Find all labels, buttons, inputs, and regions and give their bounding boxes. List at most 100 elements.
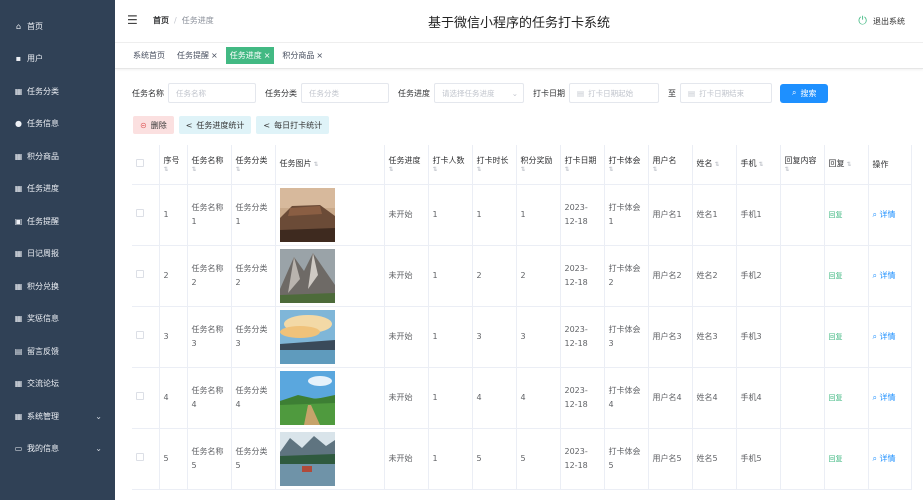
row-checkbox-cell[interactable]: [132, 245, 160, 307]
sort-icon[interactable]: ⇅: [653, 166, 688, 174]
sort-icon[interactable]: ⇅: [477, 166, 512, 174]
detail-button[interactable]: ⌕ 详情: [873, 393, 896, 402]
grid-icon: ▦: [14, 314, 23, 324]
row-checkbox-cell[interactable]: [132, 184, 160, 246]
date-start-input[interactable]: ▤ 打卡日期起始: [569, 83, 659, 103]
detail-button[interactable]: ⌕ 详情: [873, 332, 896, 341]
select-all-checkbox-cell[interactable]: [132, 145, 160, 185]
sidebar-item[interactable]: ▣ 任务提醒: [0, 205, 115, 238]
tab[interactable]: 系统首页: [129, 47, 169, 64]
sidebar-item[interactable]: ▦ 积分兑换: [0, 270, 115, 303]
logout-button[interactable]: ⏻ 退出系统: [858, 14, 905, 28]
column-header[interactable]: 姓名 ⇅: [692, 145, 737, 185]
cell-value: 打卡体会2: [608, 263, 641, 287]
date-end-input[interactable]: ▤ 打卡日期结束: [680, 83, 772, 103]
close-icon[interactable]: ×: [316, 51, 323, 60]
sort-icon[interactable]: ⇅: [759, 161, 764, 168]
cell-username: 用户名4: [648, 367, 693, 429]
sort-icon[interactable]: ⇅: [164, 166, 183, 174]
column-header[interactable]: 操作: [868, 145, 912, 185]
cell-name: 姓名5: [692, 428, 737, 490]
sort-icon[interactable]: ⇅: [785, 166, 820, 174]
daily-stats-button[interactable]: < 每日打卡统计: [256, 116, 330, 134]
row-checkbox[interactable]: [136, 330, 144, 339]
sort-icon[interactable]: ⇅: [521, 166, 556, 174]
sort-icon[interactable]: ⇅: [609, 166, 644, 174]
reply-button[interactable]: 回复: [829, 455, 843, 463]
close-icon[interactable]: ×: [264, 51, 271, 60]
table-row: 2 任务名称2 任务分类2 未开始 1 2 2 2023-12-18 打卡体会2 用户名2 姓名2 手…: [132, 245, 912, 307]
tab[interactable]: 积分商品 ×: [278, 47, 327, 64]
sidebar-item[interactable]: ▤ 留言反馈: [0, 335, 115, 368]
sort-icon[interactable]: ⇅: [314, 161, 319, 168]
column-header[interactable]: 打卡日期 ⇅: [560, 145, 605, 185]
row-checkbox[interactable]: [136, 391, 144, 400]
date-to-label: 至: [668, 88, 676, 98]
sort-icon[interactable]: ⇅: [192, 166, 227, 174]
cell-index: 3: [159, 306, 188, 368]
column-header[interactable]: 回复 ⇅: [824, 145, 869, 185]
sort-icon[interactable]: ⇅: [715, 161, 720, 168]
column-header[interactable]: 打卡人数 ⇅: [428, 145, 473, 185]
column-header[interactable]: 打卡时长 ⇅: [472, 145, 517, 185]
sidebar-item[interactable]: ⌂ 首页: [0, 10, 115, 43]
sidebar-item[interactable]: ▦ 积分商品: [0, 140, 115, 173]
sidebar-item[interactable]: ▦ 任务进度: [0, 173, 115, 206]
column-header[interactable]: 任务进度 ⇅: [384, 145, 429, 185]
row-checkbox[interactable]: [136, 269, 144, 278]
sort-icon[interactable]: ⇅: [236, 166, 271, 174]
task-name-input[interactable]: 任务名称: [168, 83, 256, 103]
sidebar-item-label: 用户: [27, 54, 43, 64]
reply-button[interactable]: 回复: [829, 272, 843, 280]
search-button[interactable]: ⌕ 搜索: [780, 83, 829, 103]
tab[interactable]: 任务进度 ×: [225, 47, 275, 64]
column-header[interactable]: 回复内容 ⇅: [780, 145, 825, 185]
row-checkbox[interactable]: [136, 452, 144, 461]
row-checkbox[interactable]: [136, 208, 144, 217]
reply-button[interactable]: 回复: [829, 211, 843, 219]
progress-select[interactable]: 请选择任务进度 ⌄: [434, 83, 524, 103]
row-checkbox-cell[interactable]: [132, 428, 160, 490]
column-header[interactable]: 手机 ⇅: [736, 145, 781, 185]
reply-button[interactable]: 回复: [829, 394, 843, 402]
reply-button[interactable]: 回复: [829, 333, 843, 341]
delete-button[interactable]: ⊝ 删除: [133, 116, 174, 134]
sidebar-item[interactable]: ▦ 任务分类: [0, 75, 115, 108]
task-category-input[interactable]: 任务分类: [301, 83, 389, 103]
progress-stats-button[interactable]: < 任务进度统计: [178, 116, 252, 134]
sort-icon[interactable]: ⇅: [847, 161, 852, 168]
tab-label: 系统首页: [133, 51, 165, 60]
table-header-row: 序号 ⇅ 任务名称 ⇅ 任务分类 ⇅ 任务图片 ⇅ 任务进度 ⇅ 打卡人数 ⇅ 打卡时长 ⇅ 积分奖励 ⇅ 打卡…: [132, 145, 912, 185]
sidebar-item[interactable]: ▦ 交流论坛: [0, 368, 115, 401]
sidebar-item[interactable]: ▦ 日记周报: [0, 238, 115, 271]
column-header[interactable]: 任务分类 ⇅: [231, 145, 276, 185]
close-icon[interactable]: ×: [211, 51, 218, 60]
detail-button[interactable]: ⌕ 详情: [873, 271, 896, 280]
cell-reply-content: [780, 306, 825, 368]
sidebar-item[interactable]: ▭ 我的信息 ⌄: [0, 433, 115, 466]
sidebar-item[interactable]: ▦ 系统管理 ⌄: [0, 400, 115, 433]
row-checkbox-cell[interactable]: [132, 367, 160, 429]
sidebar-item[interactable]: ● 任务信息: [0, 108, 115, 141]
cell-name: 姓名4: [692, 367, 737, 429]
sort-icon[interactable]: ⇅: [433, 166, 468, 174]
column-header[interactable]: 积分奖励 ⇅: [516, 145, 561, 185]
sort-icon[interactable]: ⇅: [389, 166, 424, 174]
tab[interactable]: 任务提醒 ×: [173, 47, 222, 64]
operation-cell: ⌕ 详情: [868, 245, 912, 307]
column-header[interactable]: 序号 ⇅: [159, 145, 188, 185]
column-header[interactable]: 任务名称 ⇅: [187, 145, 232, 185]
logout-label: 退出系统: [873, 16, 905, 26]
column-header[interactable]: 打卡体会 ⇅: [604, 145, 649, 185]
sidebar-item[interactable]: ▪ 用户: [0, 43, 115, 76]
sidebar-item[interactable]: ▦ 奖惩信息: [0, 303, 115, 336]
select-all-checkbox[interactable]: [136, 158, 144, 167]
column-header[interactable]: 用户名 ⇅: [648, 145, 693, 185]
row-checkbox-cell[interactable]: [132, 306, 160, 368]
column-header[interactable]: 任务图片 ⇅: [275, 145, 385, 185]
detail-button[interactable]: ⌕ 详情: [873, 210, 896, 219]
operation-cell: ⌕ 详情: [868, 184, 912, 246]
detail-button[interactable]: ⌕ 详情: [873, 454, 896, 463]
user-card-icon: ▪: [15, 54, 22, 64]
sort-icon[interactable]: ⇅: [565, 166, 600, 174]
